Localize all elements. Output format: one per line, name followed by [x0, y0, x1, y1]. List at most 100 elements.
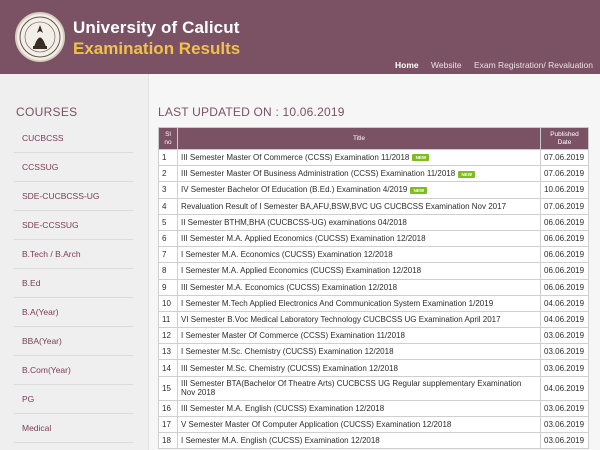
result-link[interactable]: I Semester M.Sc. Chemistry (CUCSS) Exami…	[181, 347, 394, 356]
result-title-cell: V Semester Master Of Computer Applicatio…	[177, 415, 541, 434]
row-number: 16	[158, 399, 178, 417]
published-date: 03.06.2019	[540, 359, 589, 377]
university-logo[interactable]	[15, 12, 65, 62]
result-link[interactable]: III Semester Master Of Commerce (CCSS) E…	[181, 153, 409, 162]
sidebar-item-pg[interactable]: PG	[14, 385, 133, 414]
result-title-cell: III Semester M.A. English (CUCSS) Examin…	[177, 399, 541, 417]
table-row: 18 I Semester M.A. English (CUCSS) Examin…	[158, 431, 589, 450]
result-link[interactable]: III Semester M.Sc. Chemistry (CUCSS) Exa…	[181, 364, 398, 373]
result-link[interactable]: III Semester M.A. Applied Economics (CUC…	[181, 234, 426, 243]
row-number: 6	[158, 229, 178, 248]
table-row: 16 III Semester M.A. English (CUCSS) Exam…	[158, 399, 589, 417]
sidebar-item-btech-barch[interactable]: B.Tech / B.Arch	[14, 240, 133, 269]
result-link[interactable]: II Semester BTHM,BHA (CUCBCSS-UG) examin…	[181, 218, 407, 227]
result-link[interactable]: VI Semester B.Voc Medical Laboratory Tec…	[181, 315, 501, 324]
result-title-cell: III Semester Master Of Business Administ…	[177, 165, 541, 183]
table-row: 6 III Semester M.A. Applied Economics (CU…	[158, 229, 589, 248]
table-row: 3 IV Semester Bachelor Of Education (B.Ed…	[158, 181, 589, 199]
nav-website[interactable]: Website	[431, 60, 462, 70]
result-link[interactable]: III Semester Master Of Business Administ…	[181, 169, 455, 178]
result-link[interactable]: V Semester Master Of Computer Applicatio…	[181, 420, 451, 429]
table-row: 15 III Semester BTA(Bachelor Of Theatre A…	[158, 375, 589, 401]
result-title-cell: I Semester M.Tech Applied Electronics An…	[177, 294, 541, 312]
result-link[interactable]: III Semester M.A. English (CUCSS) Examin…	[181, 404, 384, 413]
result-link[interactable]: I Semester M.Tech Applied Electronics An…	[181, 299, 493, 308]
row-number: 5	[158, 213, 178, 231]
sidebar-item-bcom-year[interactable]: B.Com(Year)	[14, 356, 133, 385]
published-date: 04.06.2019	[540, 310, 589, 329]
result-title-cell: III Semester BTA(Bachelor Of Theatre Art…	[177, 375, 541, 401]
result-link[interactable]: Revaluation Result of I Semester BA,AFU,…	[181, 202, 506, 211]
row-number: 17	[158, 415, 178, 434]
row-number: 14	[158, 359, 178, 377]
result-link[interactable]: I Semester M.A. English (CUCSS) Examinat…	[181, 436, 380, 445]
nav-home[interactable]: Home	[395, 60, 419, 70]
site-header: University of Calicut Examination Result…	[0, 0, 600, 74]
published-date: 06.06.2019	[540, 213, 589, 231]
result-link[interactable]: IV Semester Bachelor Of Education (B.Ed.…	[181, 185, 407, 194]
row-number: 11	[158, 310, 178, 329]
sidebar-item-sde-cucbcss-ug[interactable]: SDE-CUCBCSS-UG	[14, 182, 133, 211]
sidebar-title: COURSES	[16, 105, 78, 119]
last-updated-heading: LAST UPDATED ON : 10.06.2019	[158, 105, 345, 119]
published-date: 06.06.2019	[540, 229, 589, 248]
result-link[interactable]: I Semester Master Of Commerce (CCSS) Exa…	[181, 331, 405, 340]
result-title-cell: III Semester M.A. Applied Economics (CUC…	[177, 229, 541, 248]
emblem-icon	[19, 16, 61, 58]
sidebar-item-ccssug[interactable]: CCSSUG	[14, 153, 133, 182]
result-title-cell: I Semester M.A. Economics (CUCSS) Examin…	[177, 246, 541, 264]
result-title-cell: III Semester M.Sc. Chemistry (CUCSS) Exa…	[177, 359, 541, 377]
published-date: 07.06.2019	[540, 148, 589, 167]
published-date: 04.06.2019	[540, 294, 589, 312]
course-list: CUCBCSS CCSSUG SDE-CUCBCSS-UG SDE-CCSSUG…	[14, 124, 133, 443]
table-row: 5 II Semester BTHM,BHA (CUCBCSS-UG) exami…	[158, 213, 589, 231]
published-date: 06.06.2019	[540, 278, 589, 296]
table-row: 4 Revaluation Result of I Semester BA,AFU…	[158, 197, 589, 215]
nav-exam-registration[interactable]: Exam Registration/ Revaluation	[474, 60, 593, 70]
result-title-cell: IV Semester Bachelor Of Education (B.Ed.…	[177, 181, 541, 199]
sidebar-item-bba-year[interactable]: BBA(Year)	[14, 327, 133, 356]
row-number: 12	[158, 327, 178, 345]
result-link[interactable]: III Semester M.A. Economics (CUCSS) Exam…	[181, 283, 397, 292]
column-header-published-date: Published Date	[540, 127, 589, 150]
result-link[interactable]: III Semester BTA(Bachelor Of Theatre Art…	[181, 379, 521, 397]
table-row: 7I Semester M.A. Economics (CUCSS) Exami…	[158, 246, 589, 264]
row-number: 13	[158, 343, 178, 361]
sidebar-item-ba-year[interactable]: B.A(Year)	[14, 298, 133, 327]
column-header-sl-no: Sl no	[158, 127, 178, 150]
results-table: Sl no Title Published Date 1 III Semester…	[158, 127, 589, 450]
published-date: 03.06.2019	[540, 327, 589, 345]
result-title-cell: III Semester M.A. Economics (CUCSS) Exam…	[177, 278, 541, 296]
table-row: 1 III Semester Master Of Commerce (CCSS) …	[158, 148, 589, 167]
row-number: 9	[158, 278, 178, 296]
published-date: 10.06.2019	[540, 181, 589, 199]
university-name: University of Calicut	[73, 18, 240, 37]
site-subtitle: Examination Results	[73, 39, 241, 58]
row-number: 18	[158, 431, 178, 450]
published-date: 06.06.2019	[540, 246, 589, 264]
published-date: 07.06.2019	[540, 165, 589, 183]
row-number: 4	[158, 197, 178, 215]
sidebar-item-sde-ccssug[interactable]: SDE-CCSSUG	[14, 211, 133, 240]
table-row: 12 I Semester Master Of Commerce (CCSS) E…	[158, 327, 589, 345]
table-row: 17 V Semester Master Of Computer Applicat…	[158, 415, 589, 434]
result-title-cell: I Semester M.Sc. Chemistry (CUCSS) Exami…	[177, 343, 541, 361]
column-header-title: Title	[177, 127, 541, 150]
result-title-cell: I Semester Master Of Commerce (CCSS) Exa…	[177, 327, 541, 345]
published-date: 06.06.2019	[540, 262, 589, 280]
column-header-published-date-text: Published Date	[550, 130, 579, 146]
main-content: LAST UPDATED ON : 10.06.2019 Sl no Title…	[148, 74, 600, 450]
result-title-cell: III Semester Master Of Commerce (CCSS) E…	[177, 148, 541, 167]
published-date: 03.06.2019	[540, 399, 589, 417]
table-row: 14 III Semester M.Sc. Chemistry (CUCSS) E…	[158, 359, 589, 377]
result-link[interactable]: I Semester M.A. Economics (CUCSS) Examin…	[181, 250, 393, 259]
row-number: 10	[158, 294, 178, 312]
sidebar-item-bed[interactable]: B.Ed	[14, 269, 133, 298]
table-row: 9 III Semester M.A. Economics (CUCSS) Exa…	[158, 278, 589, 296]
new-badge-icon: NEW	[412, 154, 430, 162]
row-number: 15	[158, 375, 178, 401]
result-link[interactable]: I Semester M.A. Applied Economics (CUCSS…	[181, 266, 421, 275]
new-badge-icon: NEW	[410, 186, 428, 194]
sidebar-item-medical[interactable]: Medical	[14, 414, 133, 443]
sidebar-item-cucbcss[interactable]: CUCBCSS	[14, 124, 133, 153]
